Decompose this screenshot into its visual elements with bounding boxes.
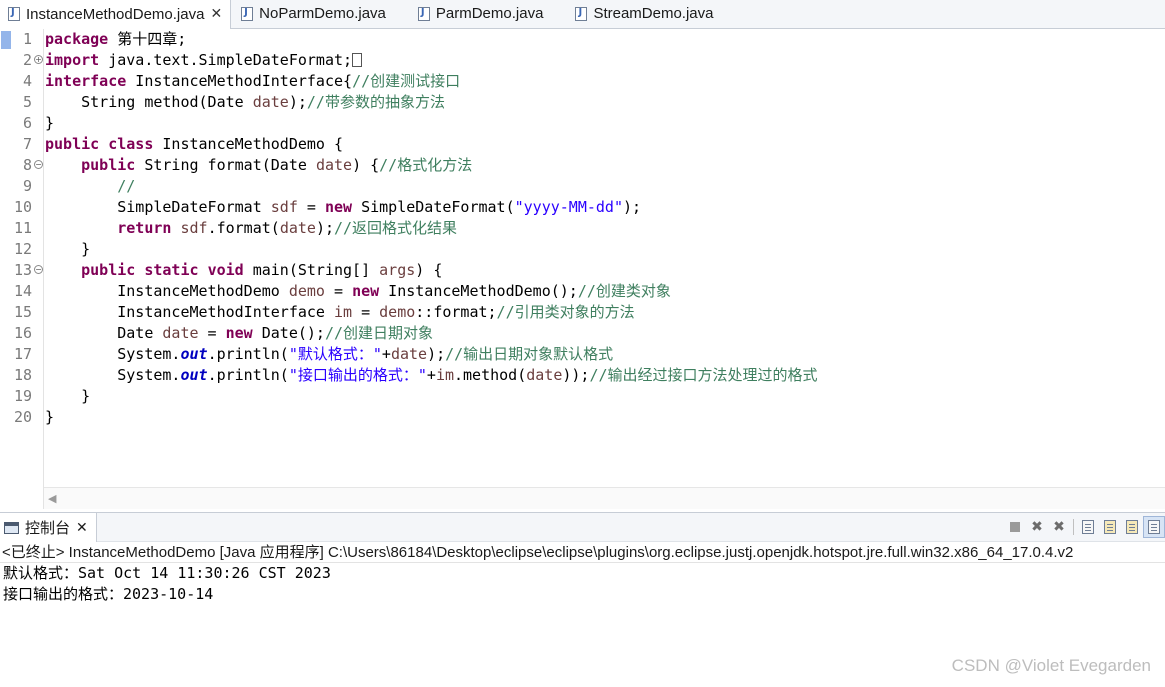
show-console-icon	[1148, 520, 1160, 534]
remove-launch-icon: ✖	[1031, 519, 1043, 535]
console-icon	[4, 521, 19, 534]
console-tab-bar: 控制台 ✕ ✖ ✖	[0, 512, 1165, 542]
code-line: import java.text.SimpleDateFormat;	[45, 50, 1165, 71]
line-number: 7	[22, 135, 32, 153]
watermark: CSDN @Violet Evegarden	[951, 656, 1151, 675]
scroll-left-icon[interactable]: ◀	[48, 492, 56, 505]
tab-label: NoParmDemo.java	[259, 5, 386, 22]
line-number-gutter: 1 2 + 4 5 6 7 8− 9 10 11 12 13− 14 15 16 …	[0, 29, 44, 509]
close-icon[interactable]: ✕	[210, 6, 222, 22]
java-file-icon	[575, 6, 588, 21]
fold-expand-icon[interactable]: +	[34, 55, 43, 64]
fold-collapse-icon[interactable]: −	[34, 265, 43, 274]
java-file-icon	[417, 6, 430, 21]
remove-launch-button[interactable]: ✖	[1026, 516, 1048, 538]
code-line: }	[45, 408, 55, 426]
code-line: //	[117, 177, 136, 195]
code-line: }	[45, 114, 55, 132]
code-lines[interactable]: package 第十四章; import java.text.SimpleDat…	[45, 29, 1165, 428]
tab-label: ParmDemo.java	[435, 5, 544, 22]
horizontal-scrollbar[interactable]: ◀	[44, 487, 1165, 509]
code-line: System.out.println("默认格式："+date);//输出日期对…	[45, 345, 614, 363]
remove-all-terminated-icon: ✖	[1053, 519, 1065, 535]
tab-label: StreamDemo.java	[593, 5, 714, 22]
fold-collapse-icon[interactable]: −	[34, 160, 43, 169]
line-number: 12	[13, 240, 32, 258]
line-number: 19	[13, 387, 32, 405]
console-output-line: 默认格式：Sat Oct 14 11:30:26 CST 2023	[3, 564, 331, 582]
word-wrap-icon	[1126, 520, 1138, 534]
line-number: 16	[13, 324, 32, 342]
console-process-header: <已终止> InstanceMethodDemo [Java 应用程序] C:\…	[0, 542, 1165, 563]
remove-all-terminated-button[interactable]: ✖	[1048, 516, 1070, 538]
tab-label: InstanceMethodDemo.java	[26, 5, 205, 23]
tab-no-parm-demo[interactable]: NoParmDemo.java	[233, 0, 394, 28]
line-number: 4	[22, 72, 32, 90]
line-number: 13−	[13, 261, 43, 279]
line-number: 20	[13, 408, 32, 426]
terminate-button[interactable]	[1004, 516, 1026, 538]
line-number: 17	[13, 345, 32, 363]
code-line: public static void main(String[] args) {	[81, 261, 443, 279]
java-file-icon	[8, 7, 20, 21]
tab-stream-demo[interactable]: StreamDemo.java	[567, 0, 721, 28]
scroll-lock-button[interactable]	[1099, 516, 1121, 538]
line-number: 15	[13, 303, 32, 321]
line-number: 11	[13, 219, 32, 237]
tab-parm-demo[interactable]: ParmDemo.java	[410, 0, 552, 28]
terminate-icon	[1010, 522, 1020, 532]
code-line: System.out.println("接口输出的格式："+im.method(…	[45, 366, 818, 384]
scroll-lock-icon	[1104, 520, 1116, 534]
editor-tab-bar: InstanceMethodDemo.java ✕ NoParmDemo.jav…	[0, 0, 1165, 29]
line-number: 10	[13, 198, 32, 216]
toolbar-separator	[1073, 519, 1074, 535]
tab-console[interactable]: 控制台 ✕	[0, 513, 97, 542]
show-console-button[interactable]	[1143, 516, 1165, 538]
line-number: 18	[13, 366, 32, 384]
line-number: 5	[22, 93, 32, 111]
line-number: 8−	[22, 156, 43, 174]
line-number: 9	[22, 177, 32, 195]
line-number: 1	[22, 30, 32, 48]
console-tab-label: 控制台	[25, 520, 71, 537]
code-line: public String format(Date date) {//格式化方法	[81, 156, 473, 174]
word-wrap-button[interactable]	[1121, 516, 1143, 538]
code-line: package 第十四章;	[45, 30, 187, 48]
tab-instance-method-demo[interactable]: InstanceMethodDemo.java ✕	[0, 0, 232, 29]
console-output-line: 接口输出的格式：2023-10-14	[3, 585, 214, 603]
line-number: 2 +	[22, 51, 43, 69]
code-line: }	[45, 240, 91, 258]
code-line: SimpleDateFormat sdf = new SimpleDateFor…	[45, 198, 642, 216]
code-line: String method(Date date);//带参数的抽象方法	[45, 93, 445, 111]
code-line: }	[45, 387, 91, 405]
code-line: Date date = new Date();//创建日期对象	[45, 324, 434, 342]
code-line: public class InstanceMethodDemo {	[45, 135, 344, 153]
line-number: 14	[13, 282, 32, 300]
code-editor[interactable]: 1 2 + 4 5 6 7 8− 9 10 11 12 13− 14 15 16 …	[0, 29, 1165, 509]
code-line: InstanceMethodDemo demo = new InstanceMe…	[45, 282, 671, 300]
clear-console-button[interactable]	[1077, 516, 1099, 538]
java-file-icon	[241, 6, 254, 21]
folded-imports-icon[interactable]	[352, 53, 363, 67]
close-icon[interactable]: ✕	[76, 520, 88, 536]
code-line: interface InstanceMethodInterface{//创建测试…	[45, 72, 461, 90]
code-line: return sdf.format(date);//返回格式化结果	[117, 219, 458, 237]
clear-console-icon	[1082, 520, 1094, 534]
code-line: InstanceMethodInterface im = demo::forma…	[45, 303, 635, 321]
line-number: 6	[22, 114, 32, 132]
console-toolbar: ✖ ✖	[1004, 516, 1165, 538]
